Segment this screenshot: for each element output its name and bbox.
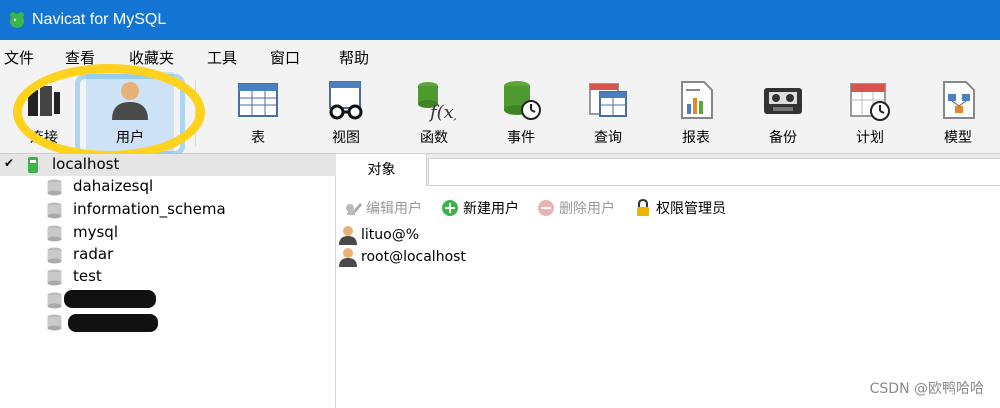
chevron-down-icon[interactable]: ✔ <box>4 156 14 170</box>
view-label: 视图 <box>332 130 360 146</box>
schedule-button[interactable]: 计划 <box>826 72 914 154</box>
menu-tools[interactable]: 工具 <box>207 47 237 68</box>
pencil-icon <box>346 203 362 215</box>
new-user-label: 新建用户 <box>463 201 519 217</box>
tab-objects[interactable]: 对象 <box>337 154 427 186</box>
navicat-dolphin-icon <box>10 12 24 28</box>
user-icon <box>112 82 148 120</box>
backup-label: 备份 <box>769 130 797 146</box>
delete-user-button[interactable]: 删除用户 <box>536 196 615 220</box>
database-icon <box>47 247 62 264</box>
model-button[interactable]: 模型 <box>914 72 1000 154</box>
tree-database-test[interactable]: test <box>46 266 326 288</box>
object-pane: 对象 编辑用户 新建用户 删除用户 权限管理员 lituo@% root@loc… <box>337 154 1000 408</box>
privilege-manager-label: 权限管理员 <box>656 201 726 217</box>
menu-file[interactable]: 文件 <box>4 47 34 68</box>
database-icon <box>47 225 62 242</box>
menu-help[interactable]: 帮助 <box>339 47 369 68</box>
database-icon <box>47 202 62 219</box>
remove-icon <box>538 200 554 216</box>
connect-label: 连接 <box>30 130 58 146</box>
menu-bar: 文件 查看 收藏夹 工具 窗口 帮助 <box>0 40 1000 72</box>
watermark: CSDN @欧鸭哈哈 <box>869 381 984 397</box>
database-icon <box>47 314 62 331</box>
backup-icon <box>764 88 802 114</box>
event-button[interactable]: 事件 <box>477 72 565 154</box>
user-icon <box>339 248 357 267</box>
menu-window[interactable]: 窗口 <box>270 47 300 68</box>
model-icon <box>943 81 975 119</box>
new-user-button[interactable]: 新建用户 <box>440 196 519 220</box>
connection-icon <box>28 86 60 116</box>
user-name: root@localhost <box>361 249 466 265</box>
database-name: dahaizesql <box>73 177 154 195</box>
database-name: information_schema <box>73 200 226 218</box>
main-toolbar: 连接 用户 表 视图 f(x 函数 事件 查询 报表 备份 计划 模型 <box>0 72 1000 154</box>
calendar-clock-icon <box>850 83 890 121</box>
tree-database-radar[interactable]: radar <box>46 244 326 266</box>
function-button[interactable]: f(x) 函数 <box>390 72 478 154</box>
table-button[interactable]: 表 <box>214 72 302 154</box>
view-button[interactable]: 视图 <box>302 72 390 154</box>
title-bar: Navicat for MySQL <box>0 0 1000 40</box>
list-item-user[interactable]: root@localhost <box>337 246 466 268</box>
redaction-scribble <box>64 290 156 308</box>
user-label: 用户 <box>116 130 144 146</box>
function-icon: f(x) <box>418 82 456 122</box>
query-button[interactable]: 查询 <box>564 72 652 154</box>
tree-database-dahaizesql[interactable]: dahaizesql <box>46 176 326 198</box>
database-name: radar <box>73 245 114 263</box>
window-title: Navicat for MySQL <box>32 11 167 28</box>
table-label: 表 <box>251 130 265 146</box>
report-icon <box>681 81 713 119</box>
function-label: 函数 <box>420 130 448 146</box>
event-icon <box>504 81 541 120</box>
query-label: 查询 <box>594 130 622 146</box>
report-label: 报表 <box>682 130 710 146</box>
svg-text:f(x): f(x) <box>428 102 456 122</box>
tree-database-mysql[interactable]: mysql <box>46 222 326 244</box>
event-label: 事件 <box>507 130 535 146</box>
tree-connection-localhost[interactable]: ✔ localhost <box>0 154 336 176</box>
delete-user-label: 删除用户 <box>559 201 615 217</box>
query-icon <box>589 83 627 117</box>
database-icon <box>47 179 62 196</box>
schedule-label: 计划 <box>856 130 884 146</box>
edit-user-label: 编辑用户 <box>366 201 422 217</box>
add-icon <box>442 200 458 216</box>
table-icon <box>238 83 278 117</box>
database-name: mysql <box>73 223 118 241</box>
tab-empty-area <box>428 158 1000 186</box>
edit-user-button[interactable]: 编辑用户 <box>343 196 422 220</box>
list-item-user[interactable]: lituo@% <box>337 224 419 246</box>
tab-bar: 对象 <box>337 154 1000 186</box>
toolbar-separator <box>195 80 196 146</box>
database-icon <box>47 292 62 309</box>
connect-button[interactable]: 连接 <box>0 72 88 154</box>
database-name: test <box>73 267 102 285</box>
view-icon <box>329 81 363 120</box>
redaction-scribble <box>68 314 158 332</box>
tree-database-information-schema[interactable]: information_schema <box>46 199 326 221</box>
menu-favorites[interactable]: 收藏夹 <box>129 47 174 68</box>
report-button[interactable]: 报表 <box>652 72 740 154</box>
connection-tree: ✔ localhost dahaizesql information_schem… <box>0 154 336 408</box>
backup-button[interactable]: 备份 <box>739 72 827 154</box>
user-icon <box>339 226 357 245</box>
database-icon <box>47 269 62 286</box>
user-name: lituo@% <box>361 227 420 243</box>
lock-icon <box>637 199 649 216</box>
privilege-manager-button[interactable]: 权限管理员 <box>633 196 726 220</box>
object-toolbar: 编辑用户 新建用户 删除用户 权限管理员 <box>337 196 1000 220</box>
user-button[interactable]: 用户 <box>86 72 174 154</box>
model-label: 模型 <box>944 130 972 146</box>
connection-icon <box>28 157 38 173</box>
menu-view[interactable]: 查看 <box>65 47 95 68</box>
connection-name: localhost <box>52 155 120 173</box>
